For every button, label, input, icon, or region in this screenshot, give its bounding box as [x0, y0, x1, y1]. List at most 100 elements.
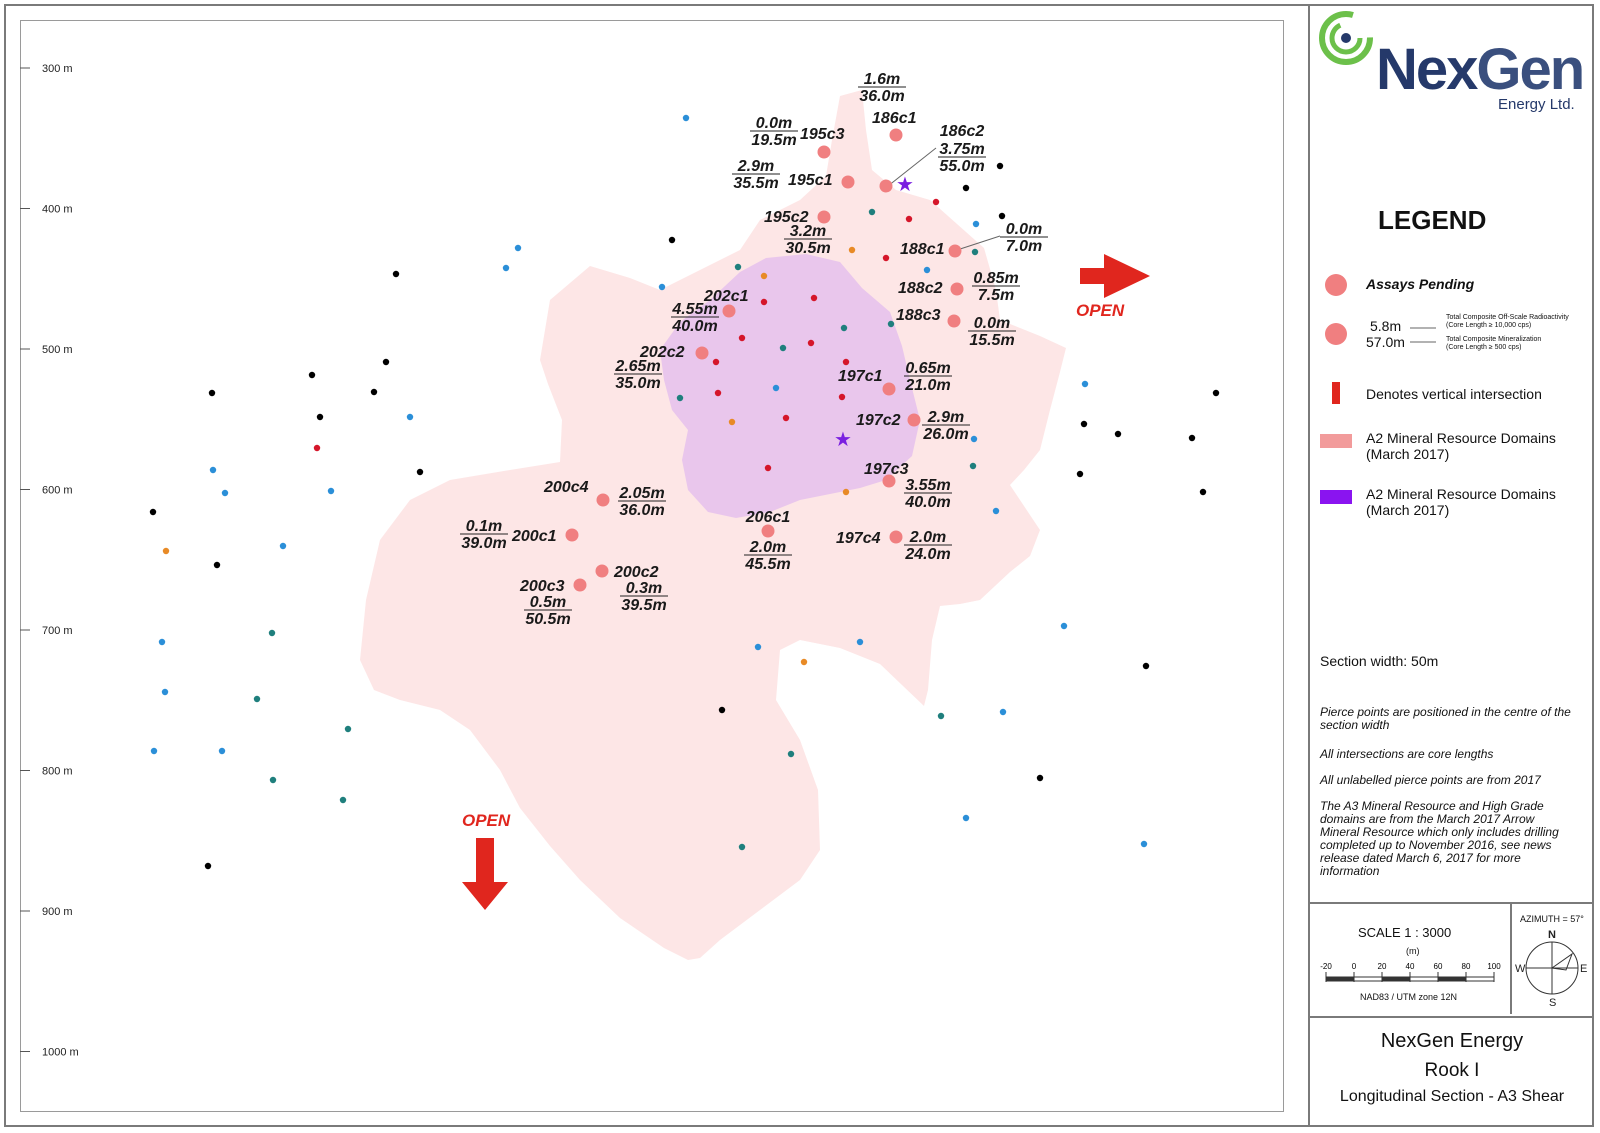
legend-a2b-line1: A2 Mineral Resource Domains: [1366, 486, 1556, 502]
intersection-value-label: 40.0m: [671, 318, 717, 335]
pierce-point: [1080, 420, 1088, 428]
pierce-point: [392, 270, 400, 278]
pierce-point: [782, 414, 790, 422]
intersection-value-label: 35.5m: [733, 175, 778, 192]
pierce-point: [905, 215, 913, 223]
logo-part-gen: Gen: [1476, 37, 1585, 102]
pierce-point: [162, 547, 170, 555]
pierce-point: [370, 388, 378, 396]
pierce-point: [856, 638, 864, 646]
compass-e: E: [1580, 963, 1587, 975]
legend-assays-pending: Assays Pending: [1366, 276, 1475, 292]
intersection-value-label: 2.0m: [909, 529, 946, 546]
intersection-value-label: 2.65m: [614, 358, 660, 375]
assay-pending-point: [879, 179, 893, 193]
scale-tick-label: 20: [1378, 962, 1387, 971]
pierce-point: [1212, 389, 1220, 397]
pierce-point: [840, 324, 848, 332]
compass-s: S: [1549, 997, 1556, 1008]
depth-tick-label: 300 m: [42, 63, 73, 75]
scale-tick-label: 60: [1434, 962, 1443, 971]
pierce-point: [382, 358, 390, 366]
pierce-point: [971, 248, 979, 256]
assay-pending-point: [841, 175, 855, 189]
intersection-value-label: 0.1m: [466, 518, 502, 535]
compass-n: N: [1548, 929, 1556, 941]
depth-tick-label: 700 m: [42, 625, 73, 637]
pierce-point: [969, 462, 977, 470]
pierce-point: [754, 643, 762, 651]
pierce-point: [712, 358, 720, 366]
legend-sample-top-note1: Total Composite Off-Scale Radioactivity: [1446, 314, 1569, 321]
intersection-value-label: 0.5m: [530, 594, 566, 611]
pierce-point: [1036, 774, 1044, 782]
hole-name-label: 200c3: [519, 578, 565, 595]
pierce-point: [932, 198, 940, 206]
hole-name-label: 206c1: [745, 509, 791, 526]
legend-vertical: Denotes vertical intersection: [1366, 386, 1542, 402]
assay-pending-point: [950, 282, 964, 296]
depth-tick-label: 900 m: [42, 906, 73, 918]
intersection-value-label: 55.0m: [939, 158, 984, 175]
pierce-point: [838, 393, 846, 401]
intersection-value-label: 0.3m: [626, 580, 662, 597]
intersection-value-label: 39.0m: [461, 535, 506, 552]
hole-name-label: 200c1: [511, 528, 557, 545]
pierce-point: [1076, 470, 1084, 478]
assay-pending-point: [947, 314, 961, 328]
pierce-point: [668, 236, 676, 244]
assay-pending-point: [565, 528, 579, 542]
pierce-point: [253, 695, 261, 703]
pierce-point: [937, 712, 945, 720]
open-arrow-right: OPEN: [1076, 254, 1150, 320]
pierce-point: [149, 508, 157, 516]
assay-symbol: [1325, 274, 1347, 296]
intersection-value-label: 3.75m: [939, 141, 984, 158]
hole-name-label: 195c1: [788, 172, 833, 189]
pierce-point: [992, 507, 1000, 515]
note-core-lengths: All intersections are core lengths: [1320, 747, 1494, 761]
pierce-point: [962, 814, 970, 822]
assay-pending-point: [573, 578, 587, 592]
intersection-value-label: 4.55m: [671, 301, 717, 318]
intersection-value-label: 35.0m: [615, 375, 660, 392]
pierce-point: [970, 435, 978, 443]
intersection-value-label: 40.0m: [904, 494, 950, 511]
pierce-point: [718, 706, 726, 714]
intersection-value-label: 2.05m: [618, 485, 664, 502]
intersection-value-label: 3.55m: [905, 477, 950, 494]
pierce-point: [502, 264, 510, 272]
a2-domain-swatch: [1320, 434, 1352, 448]
scale-tick-label: 100: [1487, 962, 1501, 971]
azimuth-label: AZIMUTH = 57°: [1520, 914, 1584, 924]
pierce-point: [268, 629, 276, 637]
pierce-point: [787, 750, 795, 758]
pierce-point: [406, 413, 414, 421]
hole-name-label: 186c1: [872, 110, 917, 127]
pierce-point: [996, 162, 1004, 170]
scale-datum: NAD83 / UTM zone 12N: [1360, 992, 1458, 1002]
hole-name-label: 197c2: [856, 412, 901, 429]
intersection-value-label: 19.5m: [751, 132, 796, 149]
intersection-value-label: 26.0m: [922, 426, 968, 443]
logo-subtitle: Energy Ltd.: [1498, 96, 1575, 113]
intersection-value-label: 0.65m: [905, 360, 950, 377]
hole-name-label: 195c3: [800, 126, 845, 143]
pierce-point: [209, 466, 217, 474]
hole-name-label: 186c2: [940, 123, 985, 140]
pierce-point: [962, 184, 970, 192]
assay-pending-point: [817, 210, 831, 224]
pierce-point: [308, 371, 316, 379]
assay-pending-point: [722, 304, 736, 318]
pierce-point: [150, 747, 158, 755]
pierce-point: [1188, 434, 1196, 442]
pierce-point: [734, 263, 742, 271]
scale-tick-label: 80: [1462, 962, 1471, 971]
scale-tick-label: 0: [1352, 962, 1357, 971]
scale-box-divider: [1310, 902, 1594, 904]
pierce-point: [842, 358, 850, 366]
assay-pending-point: [695, 346, 709, 360]
legend-title: LEGEND: [1378, 205, 1487, 235]
scale-title: SCALE 1 : 3000: [1358, 925, 1452, 940]
pierce-point: [807, 339, 815, 347]
